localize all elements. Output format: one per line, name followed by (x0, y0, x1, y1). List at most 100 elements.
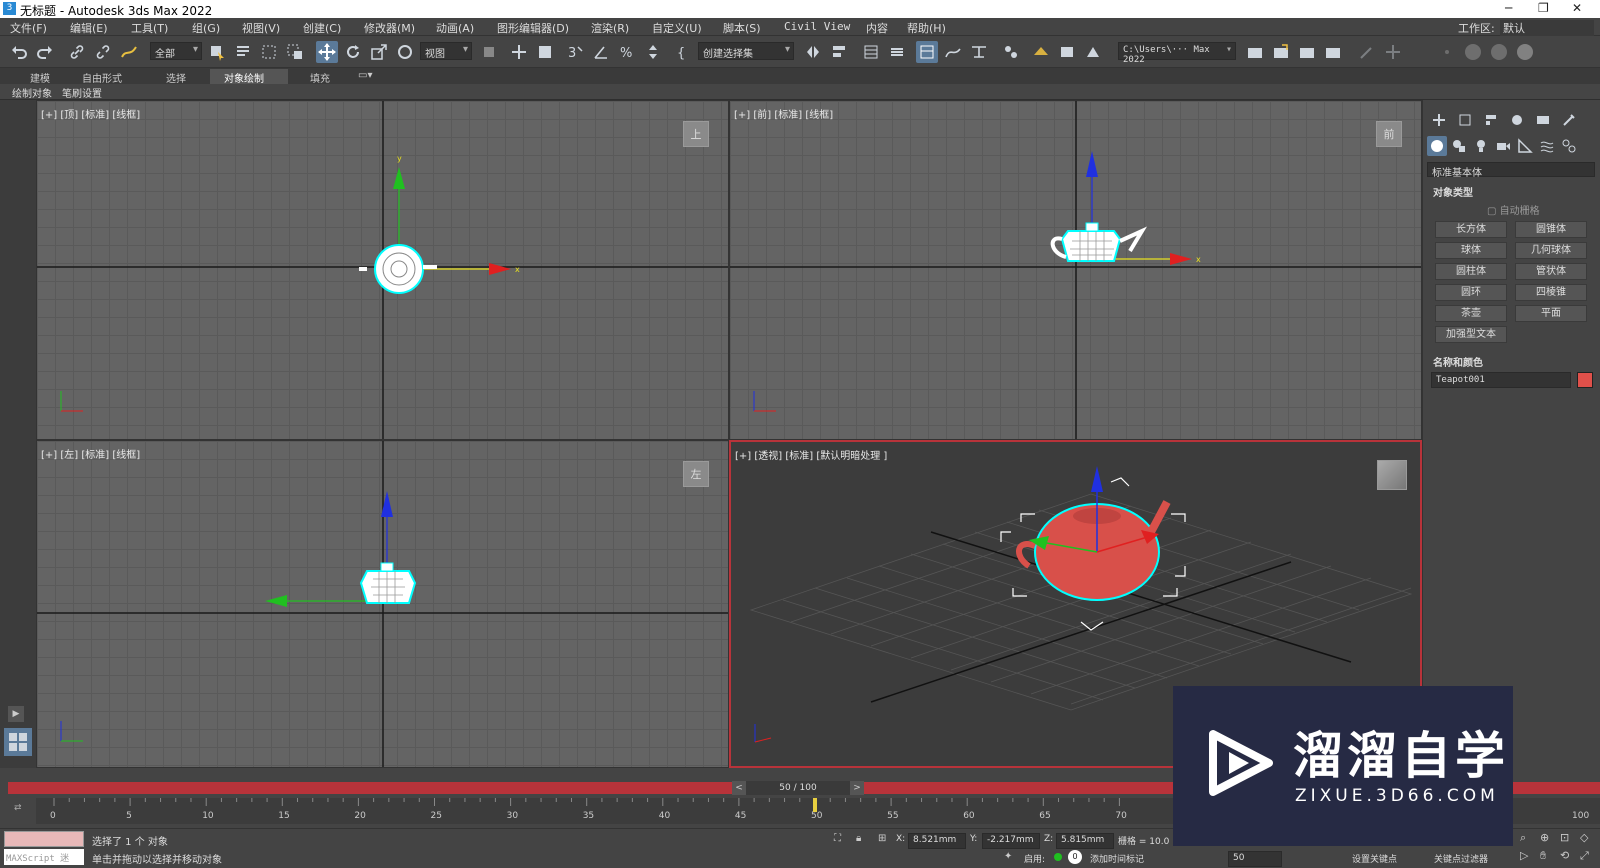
mirror-icon[interactable] (802, 41, 824, 63)
adaptive-degradation-icon[interactable]: ✦ (1004, 851, 1012, 862)
menu-views[interactable]: 视图(V) (242, 20, 280, 36)
menu-edit[interactable]: 编辑(E) (70, 20, 108, 36)
torus-button[interactable]: 圆环 (1435, 284, 1507, 301)
enable-indicator-icon[interactable] (1054, 853, 1062, 861)
minimize-button[interactable]: ─ (1505, 1, 1512, 15)
maxscript-listener-pink[interactable] (4, 831, 84, 847)
next-frame-icon[interactable]: > (850, 781, 864, 795)
menu-rendering[interactable]: 渲染(R) (591, 20, 629, 36)
undo-icon[interactable] (8, 41, 30, 63)
render-setup-icon[interactable] (1030, 41, 1052, 63)
pen-tool-icon[interactable] (1356, 41, 1378, 63)
shapes-icon[interactable] (1451, 138, 1469, 156)
lock-icon[interactable]: 🔒︎ (856, 833, 861, 844)
modify-tab-icon[interactable] (1457, 112, 1475, 130)
pan-icon[interactable]: ▷ (1520, 849, 1528, 862)
text-plus-button[interactable]: 加强型文本 (1435, 326, 1507, 343)
close-button[interactable]: ✕ (1572, 1, 1582, 15)
select-object-icon[interactable] (206, 41, 228, 63)
time-slider-thumb[interactable]: 50 / 100 (746, 781, 850, 795)
menu-customize[interactable]: 自定义(U) (652, 20, 702, 36)
systems-icon[interactable] (1561, 138, 1579, 156)
category-dropdown[interactable]: 标准基本体 (1427, 162, 1595, 179)
brush-settings-panel[interactable]: 笔刷设置 (62, 85, 102, 100)
percent-snap-icon[interactable]: % (616, 41, 638, 63)
current-frame-input[interactable]: 50 (1228, 851, 1282, 867)
select-by-name-icon[interactable] (232, 41, 254, 63)
snaps-toggle-icon[interactable]: 3 (564, 41, 586, 63)
spinner-snap-icon[interactable] (642, 41, 664, 63)
helpers-icon[interactable] (1517, 138, 1535, 156)
layer-explorer-icon[interactable] (886, 41, 908, 63)
project-settings-icon[interactable] (1322, 41, 1344, 63)
x-coordinate-input[interactable]: 8.521mm (908, 833, 966, 849)
z-coordinate-input[interactable]: 5.815mm (1056, 833, 1114, 849)
edit-named-sets-icon[interactable]: { (672, 41, 694, 63)
circle-icon[interactable] (1514, 41, 1536, 63)
menu-tools[interactable]: 工具(T) (131, 20, 168, 36)
project-path-dropdown[interactable]: C:\Users\··· Max 2022 (1118, 42, 1236, 65)
dot-small-icon[interactable] (1436, 41, 1458, 63)
field-of-view-icon[interactable]: ◇ (1580, 831, 1588, 844)
ref-coord-dropdown[interactable]: 视图 (420, 42, 472, 60)
motion-tab-icon[interactable] (1509, 112, 1527, 130)
bind-spacewarp-icon[interactable] (118, 41, 140, 63)
tab-object-paint[interactable]: 对象绘制 (210, 69, 288, 85)
tab-modeling[interactable]: 建模 (16, 69, 64, 85)
rect-region-icon[interactable] (258, 41, 280, 63)
cross-tool-icon[interactable] (1382, 41, 1404, 63)
tube-button[interactable]: 管状体 (1515, 263, 1587, 280)
zoom-extents-icon[interactable]: ⊡ (1560, 831, 1569, 844)
menu-create[interactable]: 创建(C) (303, 20, 341, 36)
viewport-layout-icon[interactable] (4, 728, 32, 756)
menu-civil-view[interactable]: Civil View (784, 20, 850, 33)
menu-graph-editors[interactable]: 图形编辑器(D) (497, 20, 569, 36)
zoom-icon[interactable]: ⌕ (1520, 831, 1526, 845)
pivot-center-icon[interactable] (478, 41, 500, 63)
section-name-color[interactable]: 名称和颜色 (1433, 354, 1483, 369)
named-selection-dropdown[interactable]: 创建选择集 (698, 42, 794, 60)
prev-frame-icon[interactable]: < (732, 781, 746, 795)
paint-objects-panel[interactable]: 绘制对象 (12, 85, 52, 100)
box-button[interactable]: 长方体 (1435, 221, 1507, 238)
sphere-button[interactable]: 球体 (1435, 242, 1507, 259)
selection-filter-dropdown[interactable]: 全部 (150, 42, 202, 60)
create-tab-icon[interactable] (1431, 112, 1449, 130)
link-icon[interactable] (66, 41, 88, 63)
ribbon-toggle-icon[interactable] (916, 41, 938, 63)
keyboard-shortcut-icon[interactable] (534, 41, 556, 63)
circle-icon[interactable] (1488, 41, 1510, 63)
plane-button[interactable]: 平面 (1515, 305, 1587, 322)
tab-selection[interactable]: 选择 (152, 69, 200, 85)
redo-icon[interactable] (34, 41, 56, 63)
tab-freeform[interactable]: 自由形式 (68, 69, 136, 85)
add-time-tag[interactable]: 添加时间标记 (1090, 852, 1144, 865)
hand-icon[interactable]: ✋︎ (1540, 849, 1546, 863)
time-tag-icon[interactable]: 0 (1068, 850, 1082, 864)
cameras-icon[interactable] (1495, 138, 1513, 156)
lights-icon[interactable] (1473, 138, 1491, 156)
project-folder-icon[interactable] (1244, 41, 1266, 63)
maxscript-input[interactable]: MAXScript 迷 (4, 849, 84, 865)
object-color-swatch[interactable] (1577, 372, 1593, 388)
key-filters-button[interactable]: 关键点过滤器 (1434, 852, 1488, 865)
menu-file[interactable]: 文件(F) (10, 20, 47, 36)
circle-icon[interactable] (1462, 41, 1484, 63)
scene-explorer-icon[interactable] (860, 41, 882, 63)
geometry-icon[interactable] (1427, 136, 1447, 156)
utilities-tab-icon[interactable] (1561, 112, 1579, 130)
geosphere-button[interactable]: 几何球体 (1515, 242, 1587, 259)
rendered-frame-icon[interactable] (1056, 41, 1078, 63)
align-icon[interactable] (828, 41, 850, 63)
menu-help[interactable]: 帮助(H) (907, 20, 946, 36)
tab-populate[interactable]: 填充 (296, 69, 344, 85)
restore-button[interactable]: ❐ (1538, 1, 1549, 15)
schematic-view-icon[interactable] (968, 41, 990, 63)
section-object-type[interactable]: 对象类型 (1433, 184, 1473, 199)
zoom-all-icon[interactable]: ⊕ (1540, 831, 1549, 844)
menu-animation[interactable]: 动画(A) (436, 20, 474, 36)
select-place-icon[interactable] (394, 41, 416, 63)
play-expand-icon[interactable]: ▶ (8, 706, 24, 722)
viewport-front[interactable]: [+] [前] [标准] [线框] 前 x (729, 100, 1422, 440)
ribbon-options-icon[interactable]: ▭▾ (358, 70, 372, 81)
